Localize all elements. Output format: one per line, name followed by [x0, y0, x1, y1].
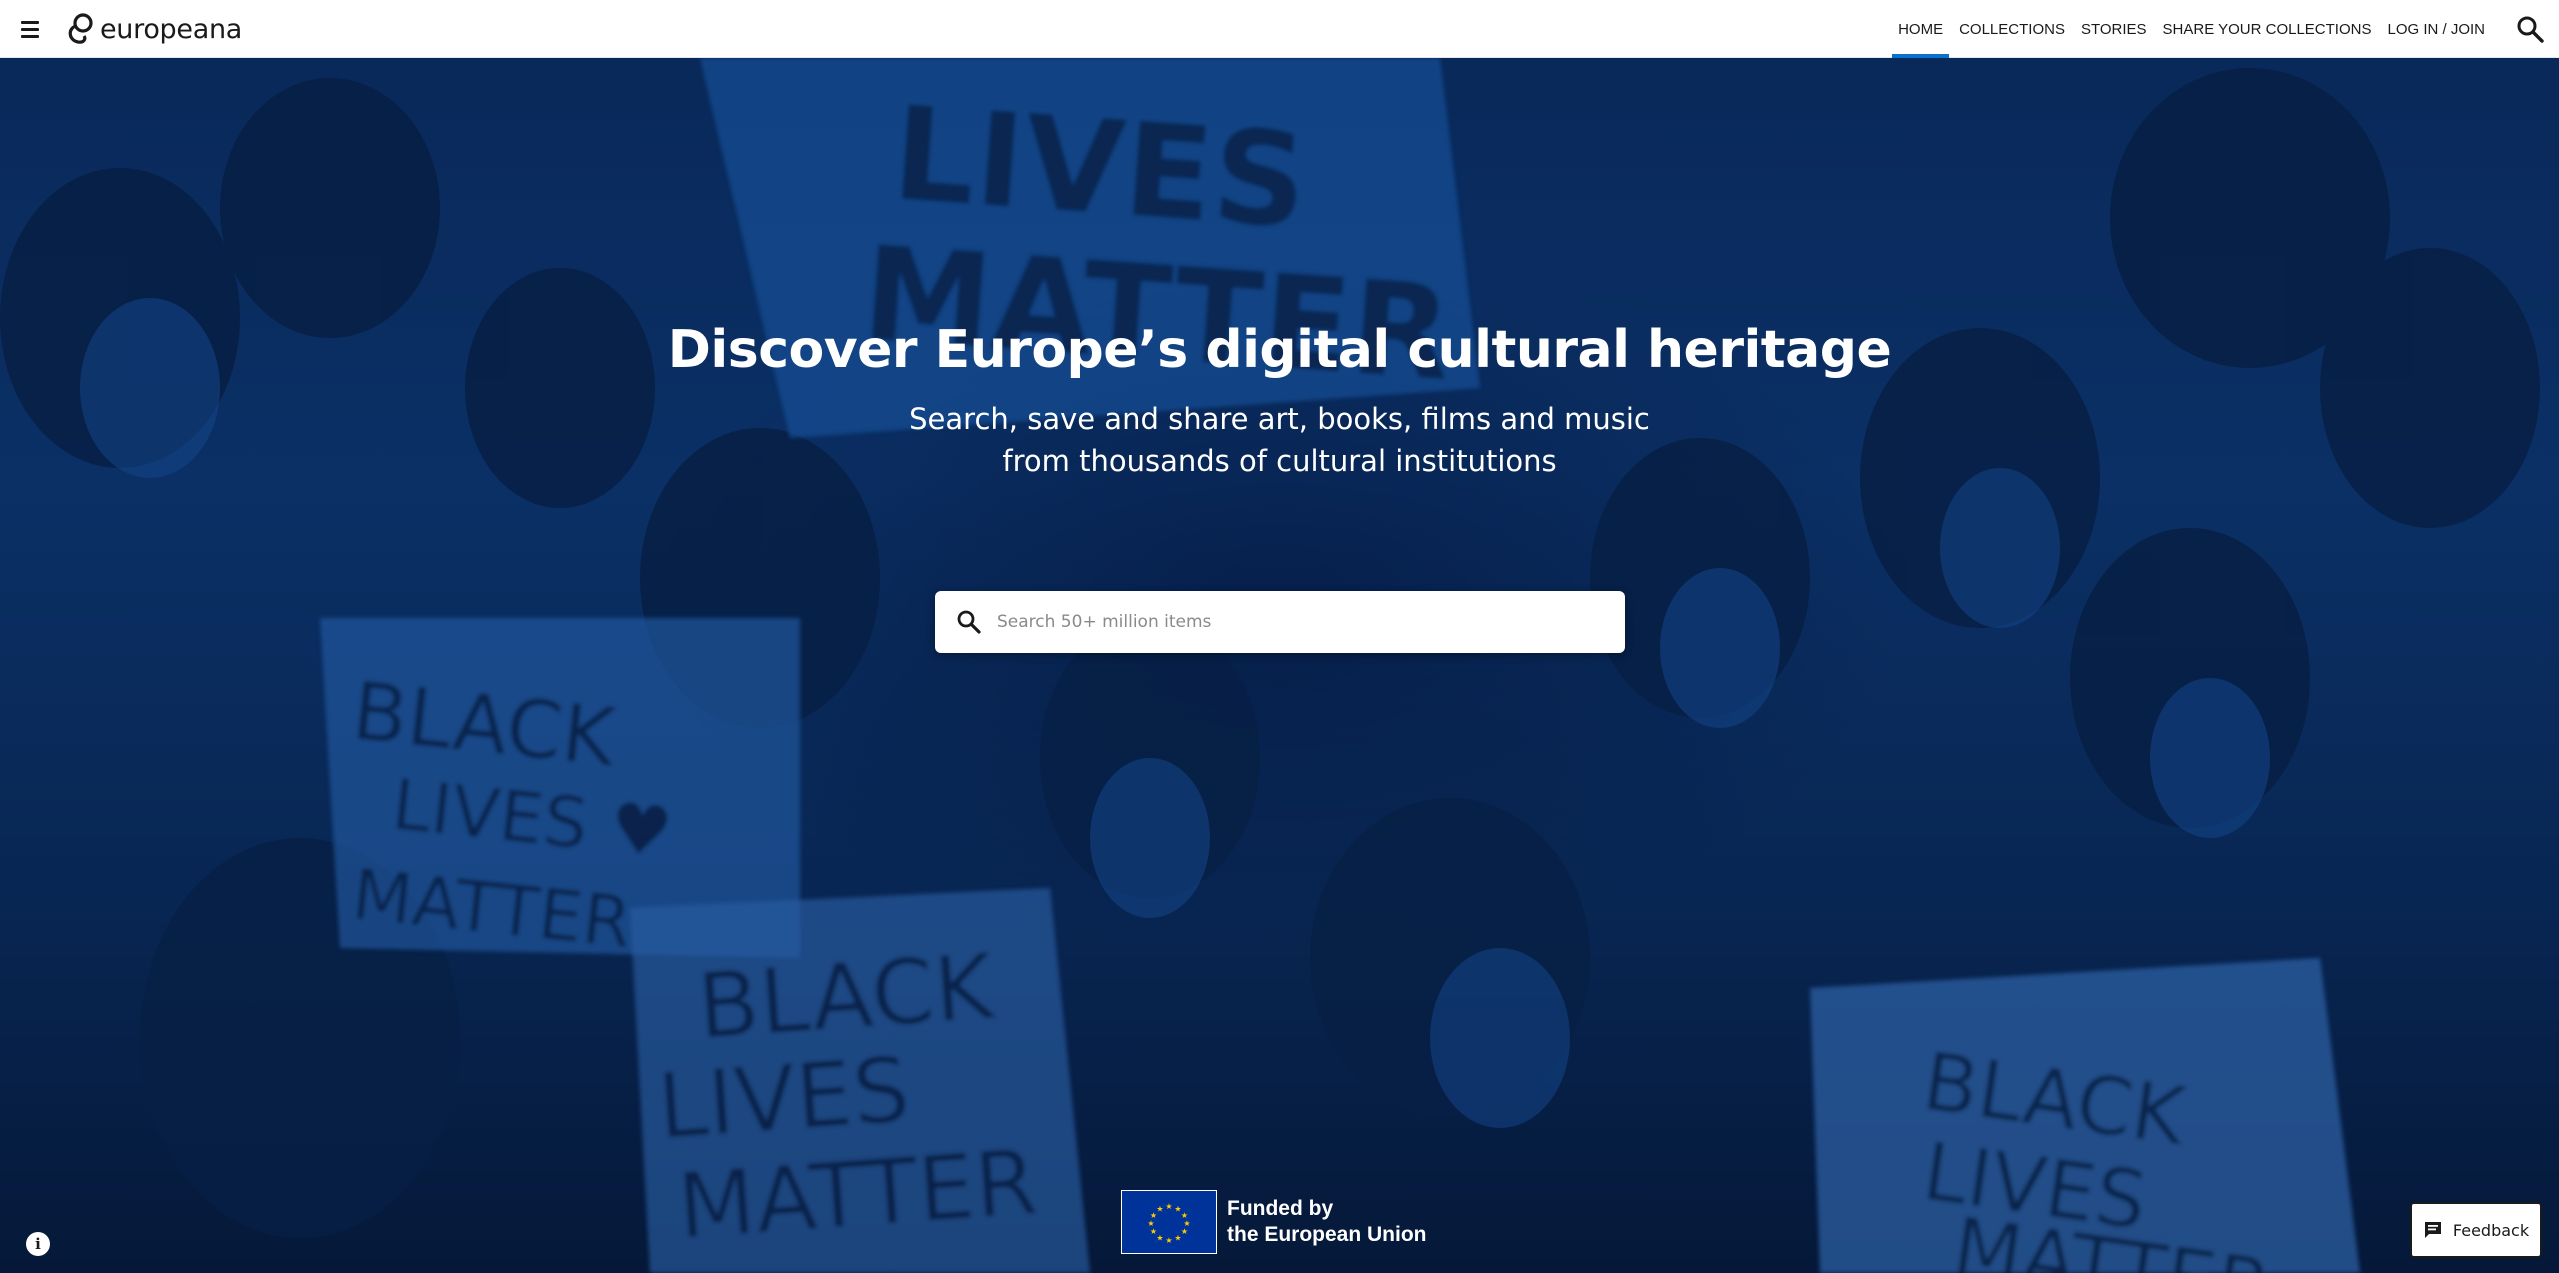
search-icon: [957, 610, 981, 634]
svg-text:★: ★: [1150, 1227, 1157, 1236]
europeana-logo-mark: [68, 13, 93, 44]
hero-search-box: [935, 591, 1625, 653]
eu-funding-line-1: Funded by: [1227, 1197, 1334, 1220]
svg-text:★: ★: [1165, 1236, 1172, 1245]
search-input[interactable]: [997, 602, 1597, 642]
hero-subtitle-line-1: Search, save and share art, books, films…: [909, 402, 1650, 436]
eu-flag-icon: ★ ★ ★ ★ ★ ★ ★ ★ ★ ★ ★ ★: [1121, 1190, 1217, 1254]
svg-text:★: ★: [1156, 1205, 1163, 1214]
svg-text:★: ★: [1165, 1202, 1172, 1211]
eu-funding-badge: ★ ★ ★ ★ ★ ★ ★ ★ ★ ★ ★ ★ Funded by the Eu…: [1121, 1190, 1427, 1254]
svg-text:★: ★: [1156, 1234, 1163, 1243]
hero-section: LIVES MATTER BLACK LIVES ♥ MATTER BLACK …: [0, 58, 2559, 1273]
nav-stories[interactable]: STORIES: [2073, 0, 2155, 58]
feedback-button[interactable]: Feedback: [2410, 1202, 2542, 1258]
logo-text: europeana: [100, 13, 243, 45]
hero-subtitle-line-2: from thousands of cultural institutions: [1002, 444, 1557, 478]
nav-share-your-collections[interactable]: SHARE YOUR COLLECTIONS: [2155, 0, 2380, 58]
hero-title: Discover Europe’s digital cultural herit…: [667, 320, 1892, 380]
hero-background-image: LIVES MATTER BLACK LIVES ♥ MATTER BLACK …: [0, 58, 2559, 1273]
chat-icon: [2424, 1222, 2441, 1238]
svg-text:★: ★: [1147, 1219, 1154, 1228]
nav-home[interactable]: HOME: [1890, 0, 1951, 58]
hero-subtitle: Search, save and share art, books, films…: [0, 398, 2559, 482]
europeana-logo[interactable]: europeana: [66, 11, 242, 47]
svg-text:★: ★: [1181, 1227, 1188, 1236]
eu-funding-text: Funded by the European Union: [1227, 1196, 1427, 1248]
search-icon[interactable]: [2515, 14, 2545, 44]
menu-icon[interactable]: [16, 15, 44, 43]
eu-funding-line-2: the European Union: [1227, 1223, 1427, 1246]
nav-collections[interactable]: COLLECTIONS: [1951, 0, 2073, 58]
main-nav: HOME COLLECTIONS STORIES SHARE YOUR COLL…: [1890, 0, 2493, 58]
site-header: europeana HOME COLLECTIONS STORIES SHARE…: [0, 0, 2559, 58]
svg-text:★: ★: [1174, 1234, 1181, 1243]
feedback-label: Feedback: [2452, 1220, 2530, 1240]
nav-login-join[interactable]: LOG IN / JOIN: [2379, 0, 2493, 58]
info-icon[interactable]: i: [26, 1232, 50, 1256]
